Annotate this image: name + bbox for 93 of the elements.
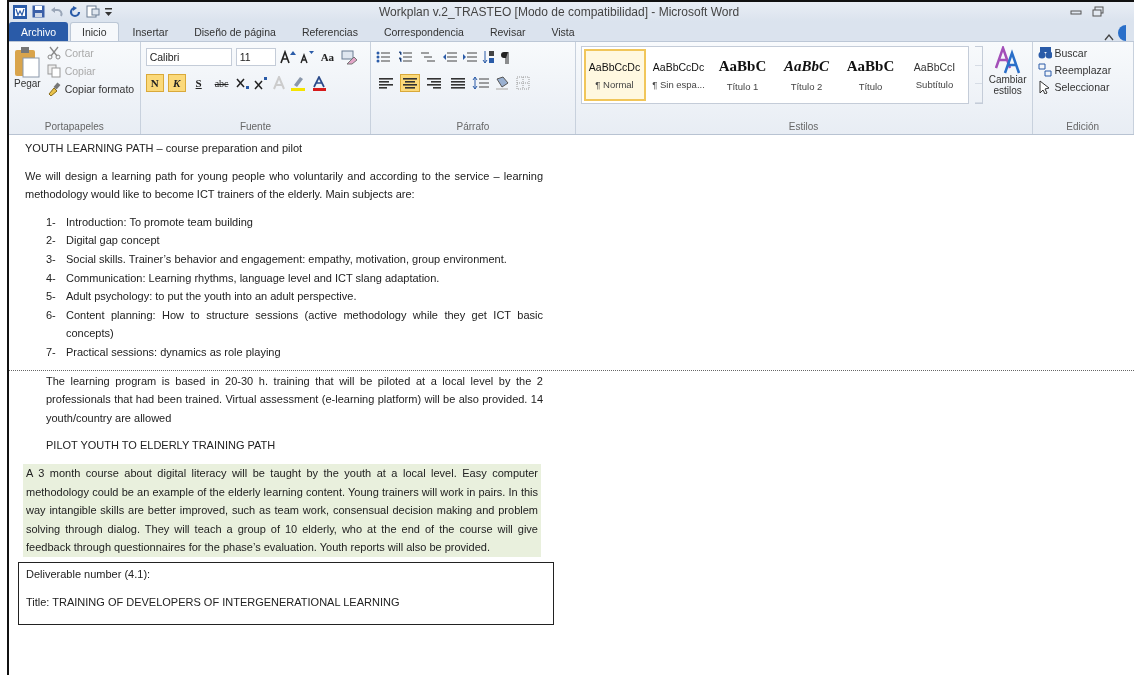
subscript-icon[interactable] <box>235 76 250 90</box>
word-logo-icon[interactable] <box>13 4 27 19</box>
list-number: 6- <box>46 307 57 323</box>
format-button[interactable]: abc <box>211 74 232 92</box>
collapse-ribbon-icon[interactable] <box>1104 33 1114 41</box>
box-text: Deliverable number (4.1): <box>26 566 152 582</box>
style-preset[interactable]: AaBbCcDc ¶ Normal <box>583 49 646 101</box>
redo-icon[interactable] <box>69 5 81 18</box>
grow-font-icon[interactable] <box>279 50 296 64</box>
style-sample: AaBbC <box>846 58 895 75</box>
shaded-paragraph: A 3 month course about digital literacy will be taught by the youth at a local level. Easy computer methodology could be an example of the elderly learning content. Young trainers will work in pairs. In this way intangible skills are better improved, such as team work, consensual decision making and problem solving through dialog. They will teach a group of 10 elderly, who at the end of the course will give feedback through questionnaires for the phase’s evaluation. Youth reports will also be provided. <box>23 463 541 557</box>
style-name: ¶ Sin espa... <box>652 78 705 90</box>
superscript-icon[interactable] <box>253 76 268 90</box>
ribbon-tab[interactable]: Diseño de página <box>182 22 288 41</box>
group-label: Edición <box>1065 120 1101 134</box>
list-item: Digital gap concept <box>66 233 161 249</box>
paste-button[interactable]: Pegar <box>14 46 41 120</box>
copy-icon <box>46 64 61 78</box>
customize-toolbar-icon[interactable] <box>105 6 112 17</box>
style-sample: AaBbC <box>718 58 767 75</box>
group-label: Portapapeles <box>43 120 105 134</box>
letters-icon <box>994 46 1021 74</box>
list-item: Social skills. Trainer’s behavior and engagement: empathy, motivation, group environment. <box>66 251 508 267</box>
group-label: Párrafo <box>455 120 491 134</box>
list-number: 5- <box>46 289 57 305</box>
paintbrush-icon <box>46 82 61 96</box>
list-item: Practical sessions: dynamics as role playing <box>66 344 282 360</box>
style-sample: AaBbCcI <box>913 60 956 73</box>
print-preview-icon[interactable] <box>86 5 100 18</box>
list-item: Adult psychology: to put the youth into an adult perspective. <box>66 289 358 305</box>
change-case-button[interactable]: Aa <box>317 48 338 66</box>
list-item: Communication: Learning rhythms, language level and ICT slang adaptation. <box>66 270 441 286</box>
clipboard-icon <box>14 46 41 78</box>
decrease-indent-icon[interactable] <box>442 51 459 63</box>
ribbon-tab[interactable]: Inicio <box>70 22 119 41</box>
style-name: Título 2 <box>790 81 823 92</box>
list-number: 2- <box>46 233 57 249</box>
font-name-field[interactable]: Calibri <box>145 48 232 66</box>
ribbon-tab[interactable]: Referencias <box>289 22 370 41</box>
restore-icon[interactable] <box>1092 6 1104 17</box>
style-sample: AaBbCcDc <box>588 60 641 73</box>
align-center-button[interactable] <box>400 74 421 92</box>
list-number: 4- <box>46 270 57 286</box>
list-number: 7- <box>46 344 57 360</box>
ribbon-tab[interactable]: Archivo <box>9 22 68 41</box>
replace-icon <box>1037 63 1052 77</box>
style-preset[interactable]: AaBbC Título <box>839 49 902 101</box>
scissors-icon <box>46 46 61 60</box>
paragraph: YOUTH LEARNING PATH – course preparation and pilot <box>25 141 304 156</box>
format-button[interactable]: K <box>167 74 186 92</box>
paragraph: The learning program is based in 20-30 h. training that will be piloted at a local level by the 2 professionals that had been trained. Virtual assessment (e-learning platform) will be also provided. 14 youth/country are allowed <box>46 373 543 426</box>
font-color-icon[interactable] <box>311 75 327 91</box>
save-icon[interactable] <box>32 5 45 18</box>
paragraph: We will design a learning path for young people who voluntarily and according to the service – learning methodology would like to become ICT trainers of the elderly. Main subjects are: <box>25 168 543 203</box>
clear-formatting-icon[interactable] <box>341 49 358 65</box>
style-name: Subtítulo <box>915 78 954 90</box>
style-preset[interactable]: AaBbC Título 2 <box>775 49 838 101</box>
style-preset[interactable]: AaBbCcI Subtítulo <box>903 49 966 101</box>
ribbon-button[interactable]: Copiar formato <box>46 82 135 96</box>
style-sample: AaBbCcDc <box>652 60 705 73</box>
style-name: ¶ Normal <box>595 78 634 90</box>
list-item: Introduction: To promote team building <box>66 214 254 230</box>
window-title: Workplan v.2_TRASTEO [Modo de compatibilidad] - Microsoft Word <box>379 4 741 19</box>
style-name: Título 1 <box>726 81 759 92</box>
ribbon-tab[interactable]: Insertar <box>120 22 181 41</box>
ribbon-button[interactable]: Reemplazar <box>1037 63 1112 77</box>
format-button[interactable]: S <box>189 74 208 92</box>
pointer-icon <box>1037 80 1052 94</box>
list-item: Content planning: How to structure sessions (active methodology while they get ICT basic concepts) <box>66 307 543 342</box>
ribbon-tab[interactable]: Revisar <box>477 22 538 41</box>
sort-icon[interactable] <box>482 50 497 64</box>
list-number: 1- <box>46 214 57 230</box>
style-preset[interactable]: AaBbCcDc ¶ Sin espa... <box>647 49 710 101</box>
paragraph: PILOT YOUTH TO ELDERLY TRAINING PATH <box>46 438 277 454</box>
shrink-font-icon[interactable] <box>299 50 314 64</box>
binoculars-icon <box>1037 46 1052 60</box>
ribbon-tab[interactable]: Vista <box>539 22 587 41</box>
pilcrow-icon[interactable] <box>500 50 511 64</box>
group-label: Fuente <box>238 120 273 134</box>
line-spacing-icon[interactable] <box>472 76 491 90</box>
list-number: 3- <box>46 251 57 267</box>
style-sample: AaBbC <box>784 58 829 75</box>
format-button[interactable]: N <box>145 74 164 92</box>
change-styles-button[interactable]: Cambiar estilos <box>988 46 1027 120</box>
font-size-field[interactable]: 11 <box>235 48 276 66</box>
ribbon-button[interactable]: Seleccionar <box>1037 80 1112 94</box>
group-label: Estilos <box>787 120 820 134</box>
style-name: Título <box>858 81 883 92</box>
box-text: Title: TRAINING OF DEVELOPERS OF INTERGENERATIONAL LEARNING <box>26 595 401 611</box>
ribbon-tab[interactable]: Correspondencia <box>371 22 476 41</box>
style-preset[interactable]: AaBbC Título 1 <box>711 49 774 101</box>
increase-indent-icon[interactable] <box>462 51 479 63</box>
ribbon-button[interactable]: Buscar <box>1037 46 1112 60</box>
